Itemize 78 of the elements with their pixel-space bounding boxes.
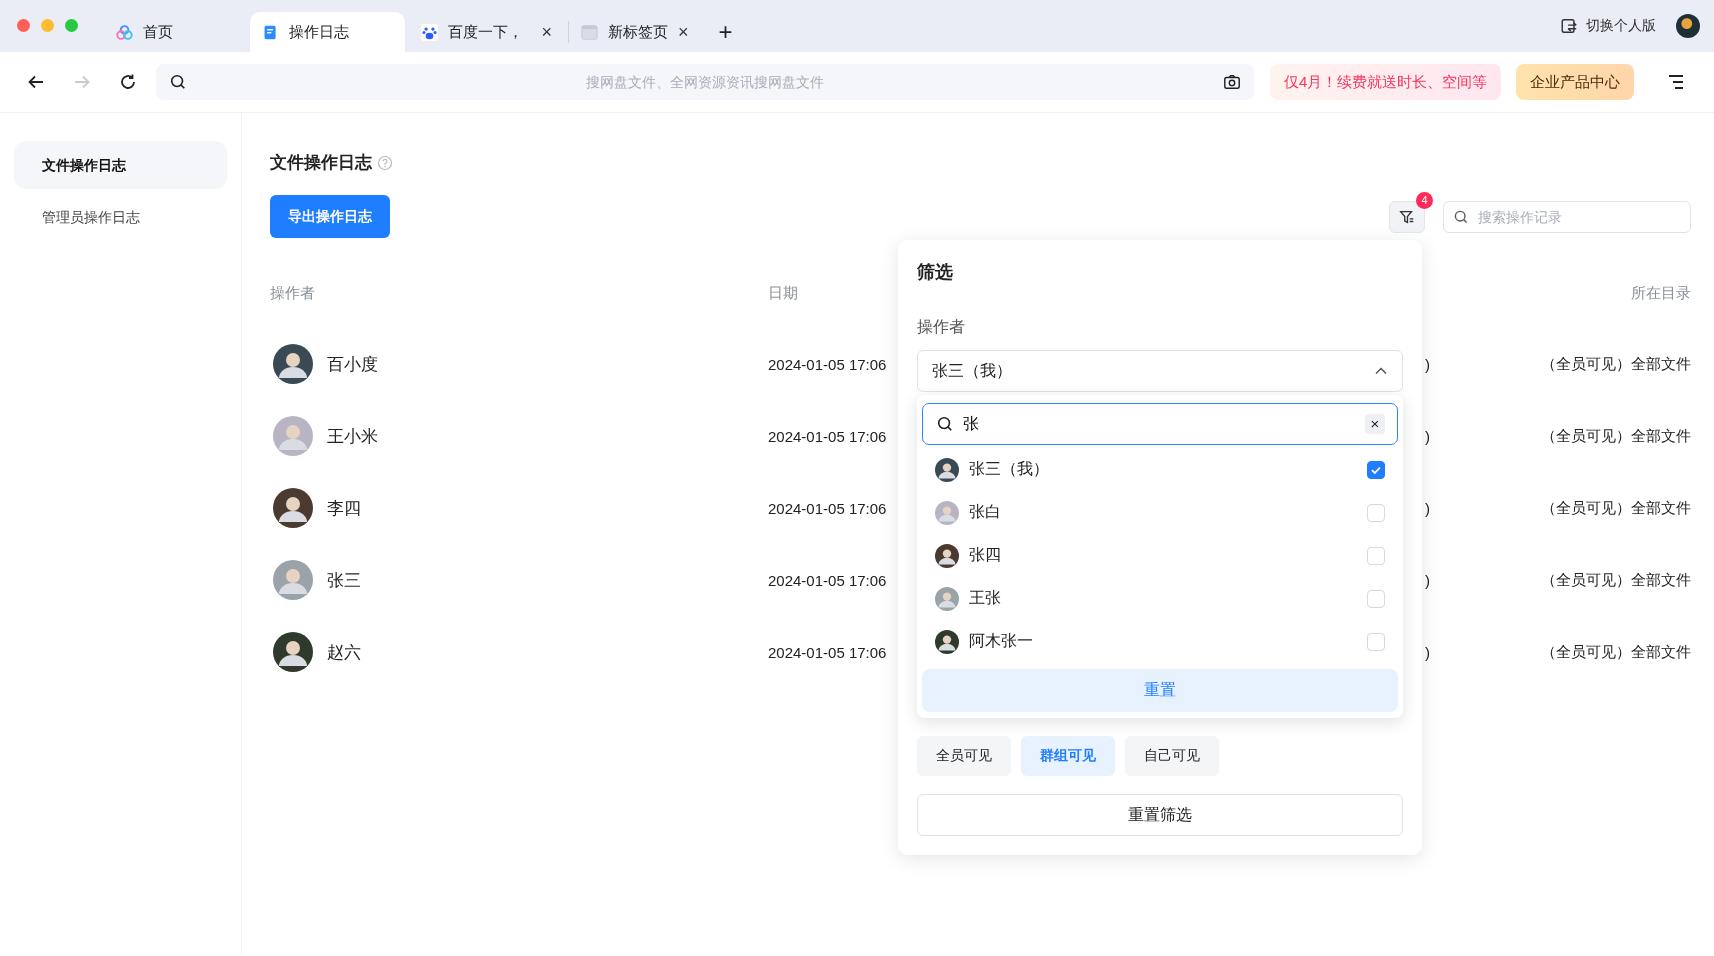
page-title: 文件操作日志	[270, 152, 372, 174]
table-cell-text: )	[1424, 571, 1430, 589]
date-cell: 2024-01-05 17:06	[768, 643, 887, 661]
filter-count-badge: 4	[1416, 191, 1433, 209]
operator-option[interactable]: 阿木张一	[922, 620, 1398, 663]
search-icon	[169, 73, 187, 91]
table-cell-text: )	[1424, 427, 1430, 445]
date-cell: 2024-01-05 17:06	[768, 427, 887, 445]
panel-title: 筛选	[917, 261, 954, 284]
page-icon	[581, 23, 598, 41]
reset-filter-button[interactable]: 重置筛选	[917, 794, 1403, 836]
browser-tab[interactable]: 首页	[104, 12, 246, 52]
directory-cell: （全员可见）全部文件	[1541, 354, 1691, 374]
operator-name: 李四	[327, 497, 361, 520]
cloud-icon	[116, 23, 133, 41]
operator-name: 张三	[327, 569, 361, 592]
avatar	[935, 586, 959, 611]
visibility-chip[interactable]: 自己可见	[1125, 736, 1219, 776]
avatar	[935, 543, 959, 568]
operator-select[interactable]: 张三（我）	[917, 350, 1403, 392]
help-icon[interactable]	[377, 154, 393, 171]
operator-option[interactable]: 张四	[922, 534, 1398, 577]
user-avatar[interactable]	[1676, 14, 1700, 38]
sidebar-item[interactable]: 文件操作日志	[14, 141, 227, 189]
avatar	[273, 560, 313, 600]
avatar	[935, 629, 959, 654]
directory-cell: （全员可见）全部文件	[1541, 642, 1691, 662]
export-button[interactable]: 导出操作日志	[270, 195, 390, 238]
camera-icon[interactable]	[1223, 73, 1241, 91]
field-label: 操作者	[917, 317, 966, 337]
avatar	[935, 457, 959, 482]
close-tab-button[interactable]: ×	[541, 21, 552, 43]
enterprise-button[interactable]: 企业产品中心	[1516, 64, 1635, 100]
avatar	[273, 488, 313, 528]
minimize-window-icon[interactable]	[41, 19, 54, 32]
address-field[interactable]: 搜网盘文件、全网资源资讯搜网盘文件	[156, 64, 1254, 100]
directory-cell: （全员可见）全部文件	[1541, 498, 1691, 518]
operator-name: 百小度	[327, 353, 378, 376]
visibility-chip[interactable]: 全员可见	[917, 736, 1011, 776]
new-tab-button[interactable]: +	[718, 20, 733, 44]
maximize-window-icon[interactable]	[65, 19, 78, 32]
browser-tab[interactable]: 操作日志	[250, 12, 405, 52]
switch-icon	[1560, 17, 1578, 35]
column-header: 所在目录	[1630, 283, 1691, 303]
search-icon	[936, 415, 954, 433]
clear-button[interactable]: ×	[1365, 414, 1385, 434]
operator-name: 赵六	[327, 641, 361, 664]
sidebar-item[interactable]: 管理员操作日志	[14, 193, 227, 241]
operator-option[interactable]: 王张	[922, 577, 1398, 620]
date-cell: 2024-01-05 17:06	[768, 355, 887, 373]
avatar	[935, 500, 959, 525]
avatar	[273, 416, 313, 456]
column-header: 日期	[768, 283, 799, 303]
operator-option[interactable]: 张白	[922, 491, 1398, 534]
table-cell-text: )	[1424, 355, 1430, 373]
date-cell: 2024-01-05 17:06	[768, 571, 887, 589]
close-window-icon[interactable]	[17, 19, 30, 32]
reset-button[interactable]: 重置	[922, 669, 1398, 712]
directory-cell: （全员可见）全部文件	[1541, 570, 1691, 590]
search-icon	[1453, 208, 1469, 225]
operator-name: 王小米	[327, 425, 378, 448]
directory-cell: （全员可见）全部文件	[1541, 426, 1691, 446]
avatar	[273, 344, 313, 384]
close-tab-button[interactable]: ×	[678, 21, 689, 43]
avatar	[273, 632, 313, 672]
browser-tab[interactable]: 新标签页 ×	[568, 21, 701, 43]
date-cell: 2024-01-05 17:06	[768, 499, 887, 517]
document-icon	[262, 23, 279, 41]
operator-option[interactable]: 张三（我）	[922, 448, 1398, 491]
paw-icon	[421, 23, 438, 41]
reload-icon[interactable]	[118, 72, 138, 92]
browser-tab[interactable]: 百度一下， ×	[409, 12, 564, 52]
checkbox[interactable]	[1367, 460, 1385, 479]
search-field[interactable]: 搜索操作记录	[1443, 200, 1691, 233]
table-cell-text: )	[1424, 643, 1430, 661]
table-cell-text: )	[1424, 499, 1430, 517]
column-header: 操作者	[270, 283, 316, 303]
switch-edition-link[interactable]: 切换个人版	[1586, 17, 1656, 35]
